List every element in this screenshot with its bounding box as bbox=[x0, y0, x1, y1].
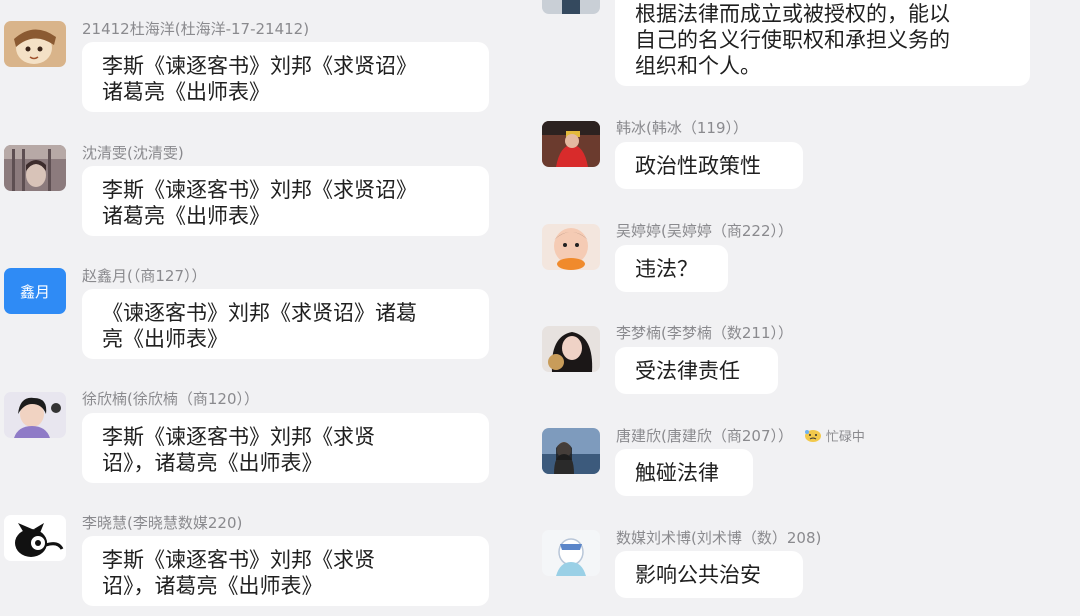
message-bubble[interactable]: 《谏逐客书》刘邦《求贤诏》诸葛 亮《出师表》 bbox=[82, 289, 489, 359]
sender-name: 徐欣楠(徐欣楠（商120）） bbox=[82, 390, 259, 408]
message-text: 政治性政策性 bbox=[635, 154, 761, 178]
message-text-line: 亮《出师表》 bbox=[102, 327, 228, 351]
avatar-image bbox=[4, 515, 66, 561]
avatar-image bbox=[542, 530, 600, 576]
message-bubble[interactable]: 受法律责任 bbox=[615, 347, 778, 394]
message-text-line: 诸葛亮《出师表》 bbox=[102, 80, 270, 104]
message-text-line: 根据法律而成立或被授权的，能以 bbox=[635, 2, 950, 26]
avatar-image bbox=[542, 0, 600, 14]
message-text-line: 自己的名义行使职权和承担义务的 bbox=[635, 28, 950, 52]
avatar[interactable] bbox=[4, 392, 66, 438]
avatar-image bbox=[542, 326, 600, 372]
chat-column-right: 根据法律而成立或被授权的，能以 自己的名义行使职权和承担义务的 组织和个人。 韩… bbox=[540, 0, 1080, 616]
avatar[interactable] bbox=[4, 515, 66, 561]
avatar-text: 鑫月 bbox=[4, 268, 66, 314]
sender-name: 数媒刘术博(刘术博（数）208) bbox=[616, 529, 822, 547]
avatar[interactable]: 鑫月 bbox=[4, 268, 66, 314]
avatar[interactable] bbox=[542, 326, 600, 372]
avatar[interactable] bbox=[542, 224, 600, 270]
message-text-line: 李斯《谏逐客书》刘邦《求贤 bbox=[102, 425, 375, 449]
sender-name: 唐建欣(唐建欣（商207）） 忙碌中 bbox=[616, 426, 865, 446]
message-bubble[interactable]: 李斯《谏逐客书》刘邦《求贤诏》 诸葛亮《出师表》 bbox=[82, 42, 489, 112]
message-text-line: 《谏逐客书》刘邦《求贤诏》诸葛 bbox=[102, 301, 417, 325]
message-bubble[interactable]: 李斯《谏逐客书》刘邦《求贤 诏》，诸葛亮《出师表》 bbox=[82, 536, 489, 606]
sender-name: 沈清雯(沈清雯) bbox=[82, 144, 184, 162]
avatar[interactable] bbox=[4, 21, 66, 67]
avatar[interactable] bbox=[542, 121, 600, 167]
sender-name: 韩冰(韩冰（119）） bbox=[616, 119, 748, 137]
avatar-image bbox=[4, 21, 66, 67]
message-text: 影响公共治安 bbox=[635, 563, 761, 587]
message-text-line: 诏》，诸葛亮《出师表》 bbox=[102, 574, 323, 598]
avatar[interactable] bbox=[4, 145, 66, 191]
message-text-line: 李斯《谏逐客书》刘邦《求贤诏》 bbox=[102, 54, 417, 78]
message-text: 违法？ bbox=[635, 257, 698, 281]
sender-name: 赵鑫月(（商127）） bbox=[82, 267, 207, 285]
sender-name: 李晓慧(李晓慧数媒220) bbox=[82, 514, 243, 532]
sender-name: 李梦楠(李梦楠（数211）） bbox=[616, 324, 793, 342]
message-bubble[interactable]: 根据法律而成立或被授权的，能以 自己的名义行使职权和承担义务的 组织和个人。 bbox=[615, 0, 1030, 86]
message-text-line: 李斯《谏逐客书》刘邦《求贤 bbox=[102, 548, 375, 572]
avatar-image bbox=[4, 145, 66, 191]
message-text: 触碰法律 bbox=[635, 461, 719, 485]
message-bubble[interactable]: 政治性政策性 bbox=[615, 142, 803, 189]
message-text-line: 诸葛亮《出师表》 bbox=[102, 204, 270, 228]
avatar-image bbox=[542, 428, 600, 474]
avatar-image bbox=[542, 121, 600, 167]
message-bubble[interactable]: 违法？ bbox=[615, 245, 728, 292]
sender-name: 21412杜海洋(杜海洋-17-21412) bbox=[82, 20, 310, 38]
chat-column-left: 21412杜海洋(杜海洋-17-21412) 李斯《谏逐客书》刘邦《求贤诏》 诸… bbox=[0, 0, 520, 616]
busy-emoji-icon bbox=[804, 430, 821, 442]
avatar[interactable] bbox=[542, 428, 600, 474]
sender-name: 吴婷婷(吴婷婷（商222）） bbox=[616, 222, 793, 240]
message-bubble[interactable]: 触碰法律 bbox=[615, 449, 753, 496]
message-text-line: 诏》，诸葛亮《出师表》 bbox=[102, 451, 323, 475]
message-bubble[interactable]: 李斯《谏逐客书》刘邦《求贤诏》 诸葛亮《出师表》 bbox=[82, 166, 489, 236]
busy-status-text: 忙碌中 bbox=[825, 430, 865, 445]
message-text-line: 李斯《谏逐客书》刘邦《求贤诏》 bbox=[102, 178, 417, 202]
message-text: 受法律责任 bbox=[635, 359, 740, 383]
message-bubble[interactable]: 李斯《谏逐客书》刘邦《求贤 诏》，诸葛亮《出师表》 bbox=[82, 413, 489, 483]
avatar-image bbox=[4, 392, 66, 438]
busy-status: 忙碌中 bbox=[804, 430, 865, 445]
avatar-image bbox=[542, 224, 600, 270]
avatar[interactable] bbox=[542, 530, 600, 576]
message-bubble[interactable]: 影响公共治安 bbox=[615, 551, 803, 598]
sender-name-text: 唐建欣(唐建欣（商207）） bbox=[616, 427, 793, 445]
message-text-line: 组织和个人。 bbox=[635, 54, 761, 78]
avatar[interactable] bbox=[542, 0, 600, 14]
